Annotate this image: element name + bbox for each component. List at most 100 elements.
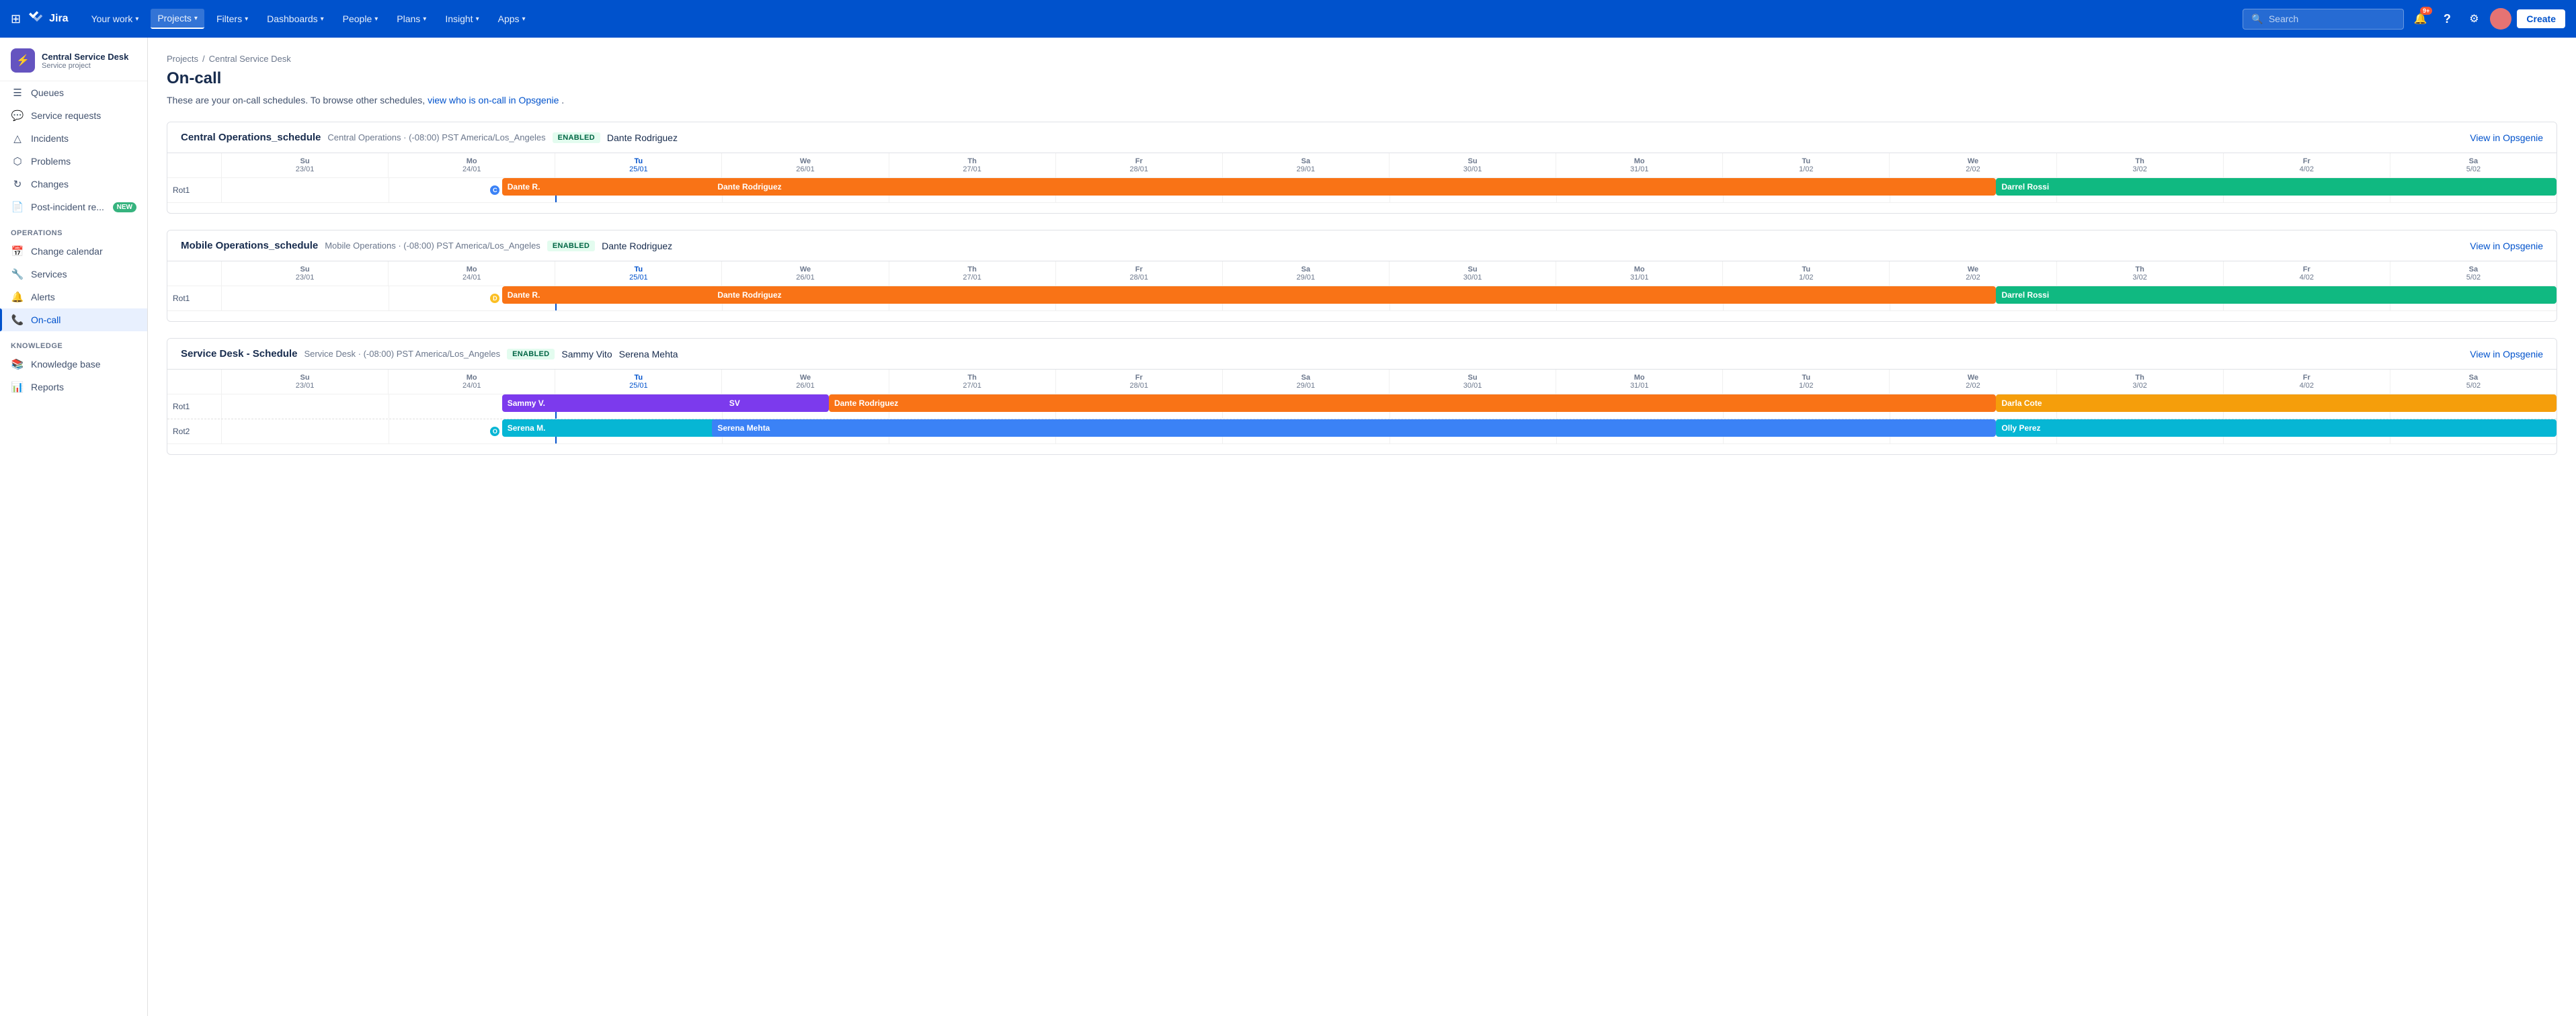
service-requests-icon: 💬 [11,110,24,122]
chevron-icon: ▾ [423,15,426,23]
calendar-bar[interactable]: Darla Cote [1996,394,2557,412]
nav-people[interactable]: People ▾ [336,9,385,28]
sidebar-item-incidents[interactable]: △ Incidents [0,127,147,150]
new-badge: NEW [113,202,136,212]
post-incident-icon: 📄 [11,201,24,213]
project-header[interactable]: ⚡ Central Service Desk Service project [0,38,147,81]
sidebar-item-problems[interactable]: ⬡ Problems [0,150,147,173]
sidebar-item-on-call[interactable]: 📞 On-call [0,308,147,331]
sidebar-label-changes: Changes [31,179,69,189]
bar-dot-marker: O [490,427,499,436]
schedule-oncall-user: Sammy Vito [561,349,612,359]
calendar-header: Su23/01Mo24/01Tu25/01We26/01Th27/01Fr28/… [167,370,2557,394]
calendar-col-10: We2/02 [1889,261,2056,286]
sidebar-item-service-requests[interactable]: 💬 Service requests [0,104,147,127]
calendar-col-8: Mo31/01 [1556,153,1722,177]
calendar-col-8: Mo31/01 [1556,261,1722,286]
nav-insight[interactable]: Insight ▾ [438,9,485,28]
notifications-button[interactable]: 🔔 9+ [2409,8,2431,30]
schedule-name: Service Desk - Schedule [181,348,297,359]
change-calendar-icon: 📅 [11,245,24,257]
nav-plans[interactable]: Plans ▾ [390,9,433,28]
opsgenie-link[interactable]: view who is on-call in Opsgenie [428,95,559,105]
help-button[interactable]: ? [2436,8,2458,30]
calendar-header: Su23/01Mo24/01Tu25/01We26/01Th27/01Fr28/… [167,153,2557,177]
calendar-bar[interactable]: Olly Perez [1996,419,2557,437]
nav-dashboards[interactable]: Dashboards ▾ [260,9,331,28]
row-label: Rot2 [167,419,221,443]
alerts-icon: 🔔 [11,291,24,303]
sidebar-item-alerts[interactable]: 🔔 Alerts [0,286,147,308]
calendar-col-7: Su30/01 [1389,261,1556,286]
sidebar-item-changes[interactable]: ↻ Changes [0,173,147,196]
grid-icon[interactable]: ⊞ [11,12,21,26]
create-button[interactable]: Create [2517,9,2565,28]
sidebar-label-incidents: Incidents [31,133,69,144]
project-icon: ⚡ [11,48,35,73]
calendar-bar[interactable]: Darrel Rossi [1996,286,2557,304]
calendar-col-7: Su30/01 [1389,370,1556,394]
calendar-col-13: Sa5/02 [2390,261,2557,286]
calendar-bar[interactable]: Darrel Rossi [1996,178,2557,196]
row-label: Rot1 [167,394,221,419]
calendar-col-12: Fr4/02 [2223,370,2390,394]
breadcrumb-projects[interactable]: Projects [167,54,198,64]
calendar-row-Rot1: Rot1 Sammy V.SVDante RodriguezDarla Cote [167,394,2557,419]
calendar-col-0: Su23/01 [221,153,388,177]
calendar-col-2: Tu25/01 [555,153,721,177]
view-in-opsgenie-link[interactable]: View in Opsgenie [2470,132,2543,143]
jira-logo[interactable]: Jira [29,11,68,27]
calendar-col-1: Mo24/01 [388,153,555,177]
nav-apps[interactable]: Apps ▾ [491,9,532,28]
calendar-bar[interactable]: Sammy V. [502,394,735,412]
sidebar-label-change-calendar: Change calendar [31,246,103,257]
sidebar-item-post-incident[interactable]: 📄 Post-incident re... NEW [0,196,147,218]
calendar-col-5: Fr28/01 [1055,153,1222,177]
enabled-badge: ENABLED [553,132,600,143]
calendar-bar[interactable]: SV [724,394,829,412]
calendar-bar[interactable]: Serena Mehta [712,419,1996,437]
sidebar-label-alerts: Alerts [31,292,55,302]
sidebar-label-service-requests: Service requests [31,110,101,121]
sidebar-item-change-calendar[interactable]: 📅 Change calendar [0,240,147,263]
sidebar: ⚡ Central Service Desk Service project ☰… [0,38,148,1016]
calendar-bar[interactable]: Dante Rodriguez [829,394,1997,412]
sidebar-item-knowledge-base[interactable]: 📚 Knowledge base [0,353,147,376]
chevron-icon: ▾ [522,15,526,23]
enabled-badge: ENABLED [547,241,595,251]
chevron-icon: ▾ [374,15,378,23]
notification-badge: 9+ [2420,7,2432,15]
settings-button[interactable]: ⚙ [2463,8,2485,30]
view-in-opsgenie-link[interactable]: View in Opsgenie [2470,241,2543,251]
sidebar-item-queues[interactable]: ☰ Queues [0,81,147,104]
view-in-opsgenie-link[interactable]: View in Opsgenie [2470,349,2543,359]
user-avatar[interactable] [2490,8,2511,30]
calendar-col-11: Th3/02 [2056,153,2223,177]
calendar-col-2: Tu25/01 [555,370,721,394]
queues-icon: ☰ [11,87,24,99]
sidebar-label-reports: Reports [31,382,64,392]
schedule-card-mobile-ops: Mobile Operations_scheduleMobile Operati… [167,230,2557,322]
problems-icon: ⬡ [11,155,24,167]
sidebar-item-services[interactable]: 🔧 Services [0,263,147,286]
breadcrumb-project[interactable]: Central Service Desk [209,54,291,64]
calendar-row-Rot1: Rot1DDante R.Dante RodriguezDarrel Rossi [167,286,2557,310]
sidebar-label-knowledge-base: Knowledge base [31,359,101,370]
main-content: Projects / Central Service Desk On-call … [148,38,2576,1016]
calendar-bar[interactable]: Dante Rodriguez [712,178,1996,196]
calendar-header: Su23/01Mo24/01Tu25/01We26/01Th27/01Fr28/… [167,261,2557,286]
sidebar-item-reports[interactable]: 📊 Reports [0,376,147,398]
chevron-icon: ▾ [194,15,198,22]
search-box[interactable]: 🔍 Search [2243,9,2404,30]
nav-filters[interactable]: Filters ▾ [210,9,255,28]
calendar-col-9: Tu1/02 [1722,370,1889,394]
calendar-col-4: Th27/01 [889,370,1055,394]
calendar-col-6: Sa29/01 [1222,370,1389,394]
knowledge-section-label: KNOWLEDGE [0,331,147,353]
calendar-col-13: Sa5/02 [2390,153,2557,177]
calendar-col-2: Tu25/01 [555,261,721,286]
nav-your-work[interactable]: Your work ▾ [85,9,146,28]
calendar-col-12: Fr4/02 [2223,153,2390,177]
nav-projects[interactable]: Projects ▾ [151,9,204,29]
calendar-bar[interactable]: Dante Rodriguez [712,286,1996,304]
